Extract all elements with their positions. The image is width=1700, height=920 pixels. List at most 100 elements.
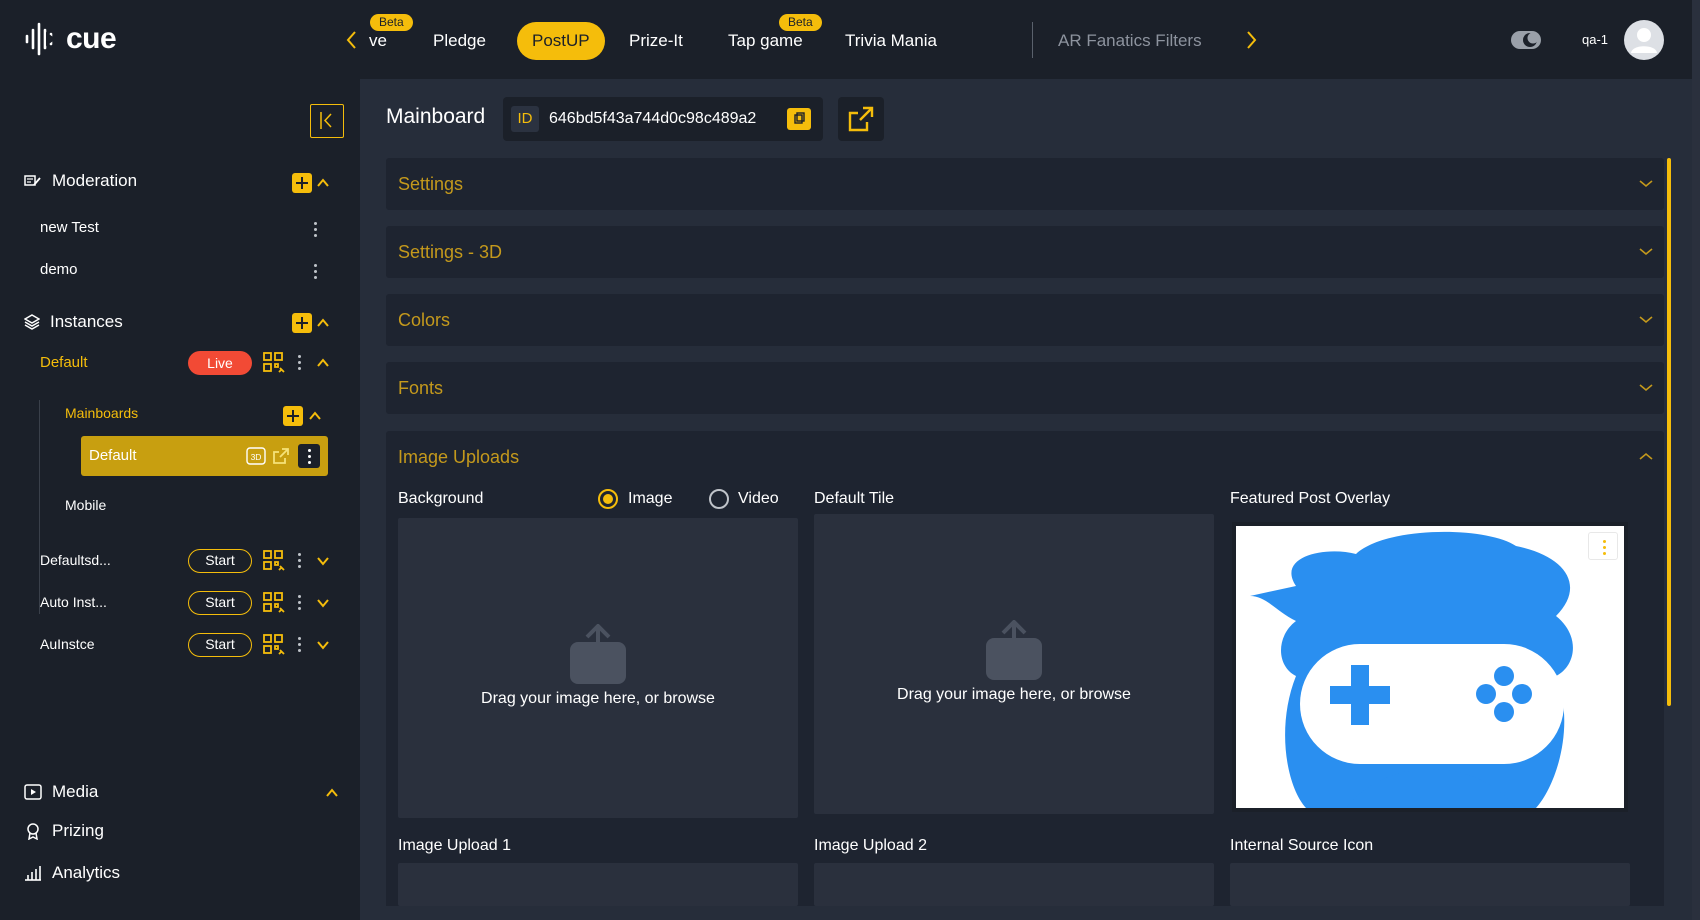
instances-section[interactable]: Instances <box>24 312 123 332</box>
accordion-title: Colors <box>398 310 451 330</box>
tab-pledge[interactable]: Pledge <box>433 22 486 60</box>
moderation-item[interactable]: new Test <box>40 219 99 236</box>
image-upload-2-dropzone[interactable] <box>814 863 1214 906</box>
collapse-sidebar-button[interactable] <box>310 104 344 138</box>
tab-tap-game[interactable]: Tap game <box>728 22 803 60</box>
chevron-up-icon[interactable] <box>315 355 331 371</box>
background-dropzone[interactable]: Drag your image here, or browse <box>398 518 798 818</box>
instance-default[interactable]: Default <box>40 354 88 371</box>
start-button[interactable]: Start <box>188 591 252 615</box>
chevron-down-icon[interactable] <box>315 553 331 569</box>
mainboards-label[interactable]: Mainboards <box>65 405 138 421</box>
accordion-settings-3d[interactable]: Settings - 3D <box>386 226 1664 278</box>
kebab-menu-icon[interactable] <box>296 552 302 568</box>
kebab-menu-icon[interactable] <box>312 263 318 279</box>
moderation-label: Moderation <box>52 171 138 190</box>
top-bar: cue Beta ve Pledge PostUP Prize-It Beta … <box>0 0 1700 79</box>
kebab-menu-icon[interactable] <box>312 221 318 237</box>
qr-code-icon[interactable] <box>262 549 286 573</box>
mainboard-default-selected[interactable]: Default 3D <box>81 436 328 476</box>
accordion-colors[interactable]: Colors <box>386 294 1664 346</box>
moderation-section[interactable]: Moderation <box>24 171 137 191</box>
live-badge[interactable]: Live <box>188 351 252 375</box>
start-button[interactable]: Start <box>188 633 252 657</box>
add-instance-button[interactable] <box>292 313 312 333</box>
avatar[interactable] <box>1624 20 1664 60</box>
instances-label: Instances <box>50 312 123 331</box>
award-icon <box>27 823 39 840</box>
accordion-settings[interactable]: Settings <box>386 158 1664 210</box>
instance-item[interactable]: AuInstce <box>40 636 94 652</box>
nav-analytics[interactable]: Analytics <box>24 863 120 883</box>
tab-ar-fanatics-filters[interactable]: AR Fanatics Filters <box>1058 22 1202 60</box>
radio-image[interactable] <box>598 489 618 509</box>
chevron-up-icon[interactable] <box>307 408 323 424</box>
preview-menu-button[interactable] <box>1588 532 1618 560</box>
mainboard-label: Default <box>89 447 137 464</box>
nav-media[interactable]: Media <box>24 782 98 802</box>
tab-ve[interactable]: ve <box>369 22 387 60</box>
logo[interactable]: cue <box>24 22 117 56</box>
open-mainboard-button[interactable] <box>838 97 884 141</box>
radio-image-label[interactable]: Image <box>628 490 672 508</box>
page-title: Mainboard <box>386 105 486 128</box>
radio-video[interactable] <box>709 489 729 509</box>
featured-overlay-preview[interactable] <box>1232 522 1628 812</box>
sidebar: Moderation new Test demo Instances Defau… <box>0 79 360 920</box>
radio-video-label[interactable]: Video <box>738 490 779 508</box>
kebab-menu-icon[interactable] <box>296 636 302 652</box>
chevron-up-icon[interactable] <box>324 785 340 801</box>
accordion-title: Fonts <box>398 378 444 398</box>
default-tile-dropzone[interactable]: Drag your image here, or browse <box>814 514 1214 814</box>
tab-postup[interactable]: PostUP <box>517 22 605 60</box>
copy-id-button[interactable] <box>787 108 811 130</box>
image-upload-1-label: Image Upload 1 <box>398 837 511 854</box>
add-mainboard-button[interactable] <box>283 406 303 426</box>
user-name[interactable]: qa-1 <box>1582 32 1608 47</box>
accordion-fonts[interactable]: Fonts <box>386 362 1664 414</box>
tabs-prev-arrow-icon[interactable] <box>342 28 362 52</box>
chevron-down-icon[interactable] <box>315 637 331 653</box>
external-link-icon <box>848 106 874 132</box>
mainboard-mobile[interactable]: Mobile <box>65 497 106 513</box>
image-upload-1-dropzone[interactable] <box>398 863 798 906</box>
chevron-down-icon <box>1639 248 1653 256</box>
kebab-menu-icon <box>306 448 312 464</box>
mainboard-kebab-button[interactable] <box>298 444 320 468</box>
logo-text: cue <box>66 22 117 55</box>
add-moderation-button[interactable] <box>292 173 312 193</box>
qr-code-icon[interactable] <box>262 633 286 657</box>
tab-trivia-mania[interactable]: Trivia Mania <box>845 22 937 60</box>
internal-source-icon-dropzone[interactable] <box>1230 863 1630 906</box>
3d-icon[interactable]: 3D <box>246 447 266 465</box>
media-icon <box>24 784 42 800</box>
chevron-down-icon[interactable] <box>315 595 331 611</box>
qr-code-icon[interactable] <box>262 351 286 375</box>
collapse-icon <box>320 112 332 129</box>
moderation-item[interactable]: demo <box>40 261 78 278</box>
nav-prizing[interactable]: Prizing <box>24 821 104 841</box>
mainboard-id: 646bd5f43a744d0c98c489a2 <box>549 110 757 127</box>
theme-toggle-icon[interactable] <box>1511 30 1541 50</box>
chevron-up-icon[interactable] <box>315 315 331 331</box>
kebab-menu-icon[interactable] <box>296 594 302 610</box>
start-button[interactable]: Start <box>188 549 252 573</box>
tabs-next-arrow-icon[interactable] <box>1241 28 1261 52</box>
external-link-icon[interactable] <box>271 446 291 466</box>
media-label: Media <box>52 782 99 801</box>
tab-prize-it[interactable]: Prize-It <box>629 22 683 60</box>
dropzone-text: Drag your image here, or browse <box>481 690 715 707</box>
bar-chart-icon <box>25 866 41 881</box>
chevron-up-icon[interactable] <box>1638 449 1654 465</box>
page-scrollbar[interactable] <box>1692 0 1700 920</box>
qr-code-icon[interactable] <box>262 591 286 615</box>
content-scrollbar[interactable] <box>1667 158 1671 706</box>
tree-line <box>39 400 40 614</box>
instance-item[interactable]: Auto Inst... <box>40 594 107 610</box>
instance-item[interactable]: Defaultsd... <box>40 552 111 568</box>
background-label: Background <box>398 490 484 507</box>
chevron-up-icon[interactable] <box>315 175 331 191</box>
accordion-title[interactable]: Image Uploads <box>398 447 519 468</box>
kebab-menu-icon[interactable] <box>296 354 302 370</box>
upload-icon <box>986 620 1042 680</box>
